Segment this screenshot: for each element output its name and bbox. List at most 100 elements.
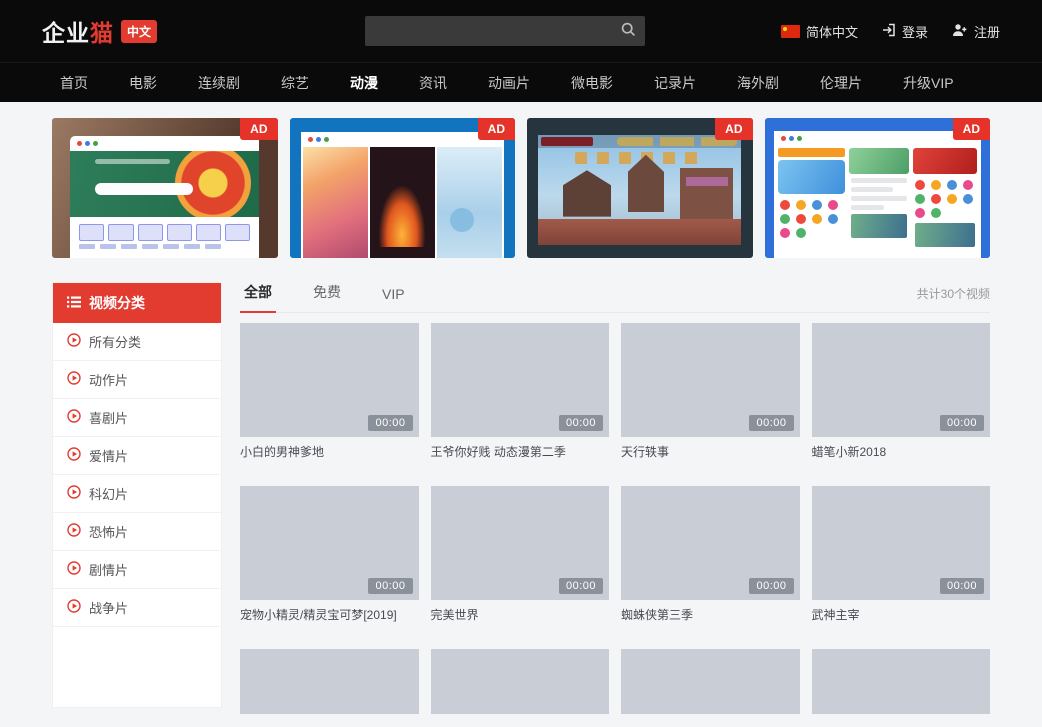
- video-card[interactable]: 00:00 武神主宰: [812, 486, 991, 623]
- sidebar-item-horror[interactable]: 恐怖片: [53, 513, 221, 551]
- sidebar-item-comedy[interactable]: 喜剧片: [53, 399, 221, 437]
- video-title[interactable]: 蜡笔小新2018: [812, 445, 991, 460]
- sidebar-item-label: 动作片: [89, 370, 128, 389]
- video-title[interactable]: 蜘蛛侠第三季: [621, 608, 800, 623]
- tab-all[interactable]: 全部: [240, 282, 276, 313]
- video-thumbnail[interactable]: 00:00: [621, 486, 800, 600]
- nav-item-variety[interactable]: 综艺: [281, 73, 309, 93]
- video-card[interactable]: 00:00 宠物小精灵/精灵宝可梦[2019]: [240, 486, 419, 623]
- video-title[interactable]: 宠物小精灵/精灵宝可梦[2019]: [240, 608, 419, 623]
- ad-banner-3[interactable]: AD: [527, 118, 753, 258]
- video-title[interactable]: 天行轶事: [621, 445, 800, 460]
- sidebar-item-scifi[interactable]: 科幻片: [53, 475, 221, 513]
- sidebar-item-drama[interactable]: 剧情片: [53, 551, 221, 589]
- play-circle-icon: [67, 447, 81, 464]
- duration-badge: 00:00: [940, 578, 984, 594]
- ad-banner-1[interactable]: AD: [52, 118, 278, 258]
- duration-badge: 00:00: [559, 578, 603, 594]
- video-thumbnail[interactable]: 00:00: [812, 323, 991, 437]
- sidebar-item-label: 所有分类: [89, 332, 141, 351]
- nav-item-overseas[interactable]: 海外剧: [737, 73, 779, 93]
- ad-banner-row: AD AD AD: [52, 118, 990, 258]
- video-title[interactable]: 完美世界: [431, 608, 610, 623]
- video-thumbnail[interactable]: 00:00: [431, 486, 610, 600]
- ad-badge: AD: [715, 118, 752, 140]
- video-card[interactable]: 00:00 完美世界: [431, 486, 610, 623]
- duration-badge: 00:00: [559, 415, 603, 431]
- video-title[interactable]: 小白的男神爹地: [240, 445, 419, 460]
- sidebar-item-war[interactable]: 战争片: [53, 589, 221, 627]
- video-title[interactable]: 武神主宰: [812, 608, 991, 623]
- duration-badge: 00:00: [368, 578, 412, 594]
- sidebar-title: 视频分类: [89, 293, 145, 313]
- video-thumbnail[interactable]: 00:00: [812, 486, 991, 600]
- ad-banner-2[interactable]: AD: [290, 118, 516, 258]
- video-card-partial[interactable]: [621, 649, 800, 714]
- main-nav: 首页 电影 连续剧 综艺 动漫 资讯 动画片 微电影 记录片 海外剧 伦理片 升…: [0, 62, 1042, 102]
- language-switch[interactable]: 简体中文: [781, 22, 858, 41]
- nav-item-microfilm[interactable]: 微电影: [571, 73, 613, 93]
- logo-badge: 中文: [121, 20, 157, 43]
- page: 企业 猫 中文 简体中文 登录: [0, 0, 1042, 727]
- register-link[interactable]: 注册: [952, 22, 1000, 41]
- nav-item-documentary[interactable]: 记录片: [654, 73, 696, 93]
- video-card-partial[interactable]: [812, 649, 991, 714]
- nav-item-news[interactable]: 资讯: [419, 73, 447, 93]
- total-count-label: 共计30个视频: [917, 285, 990, 312]
- nav-item-anime[interactable]: 动漫: [350, 73, 378, 93]
- video-thumbnail[interactable]: [621, 649, 800, 714]
- video-thumbnail[interactable]: 00:00: [240, 323, 419, 437]
- nav-item-movies[interactable]: 电影: [129, 73, 157, 93]
- tab-free[interactable]: 免费: [309, 282, 345, 313]
- language-label: 简体中文: [806, 22, 858, 41]
- play-circle-icon: [67, 485, 81, 502]
- search-input[interactable]: [365, 16, 611, 46]
- register-label: 注册: [974, 22, 1000, 41]
- main-area: 视频分类 所有分类 动作片 喜剧片 爱情片 科幻片: [52, 282, 990, 714]
- ad-banner-4[interactable]: AD: [765, 118, 991, 258]
- video-card[interactable]: 00:00 小白的男神爹地: [240, 323, 419, 460]
- video-card[interactable]: 00:00 蜡笔小新2018: [812, 323, 991, 460]
- video-card[interactable]: 00:00 天行轶事: [621, 323, 800, 460]
- search-icon: [621, 22, 636, 40]
- video-thumbnail[interactable]: 00:00: [621, 323, 800, 437]
- nav-item-home[interactable]: 首页: [60, 73, 88, 93]
- video-thumbnail[interactable]: 00:00: [431, 323, 610, 437]
- video-thumbnail[interactable]: [431, 649, 610, 714]
- sidebar-item-label: 剧情片: [89, 560, 128, 579]
- sidebar-item-label: 战争片: [89, 598, 128, 617]
- nav-item-ethics[interactable]: 伦理片: [820, 73, 862, 93]
- sidebar-item-romance[interactable]: 爱情片: [53, 437, 221, 475]
- site-logo[interactable]: 企业 猫 中文: [42, 14, 157, 48]
- sidebar-item-label: 科幻片: [89, 484, 128, 503]
- sidebar-item-all[interactable]: 所有分类: [53, 323, 221, 361]
- login-arrow-icon: [882, 23, 896, 40]
- nav-item-upgrade-vip[interactable]: 升级VIP: [903, 73, 954, 93]
- ad-badge: AD: [240, 118, 277, 140]
- nav-item-series[interactable]: 连续剧: [198, 73, 240, 93]
- tab-vip[interactable]: VIP: [378, 286, 409, 313]
- sidebar-header: 视频分类: [53, 283, 221, 323]
- sidebar-item-label: 爱情片: [89, 446, 128, 465]
- duration-badge: 00:00: [749, 578, 793, 594]
- video-thumbnail[interactable]: [240, 649, 419, 714]
- banner1-browser-mock: [70, 136, 259, 258]
- login-label: 登录: [902, 22, 928, 41]
- duration-badge: 00:00: [749, 415, 793, 431]
- nav-item-cartoon[interactable]: 动画片: [488, 73, 530, 93]
- search-button[interactable]: [611, 16, 645, 46]
- video-card[interactable]: 00:00 王爷你好贱 动态漫第二季: [431, 323, 610, 460]
- sidebar-item-action[interactable]: 动作片: [53, 361, 221, 399]
- video-card[interactable]: 00:00 蜘蛛侠第三季: [621, 486, 800, 623]
- video-thumbnail[interactable]: [812, 649, 991, 714]
- play-circle-icon: [67, 409, 81, 426]
- video-card-partial[interactable]: [240, 649, 419, 714]
- login-link[interactable]: 登录: [882, 22, 928, 41]
- duration-badge: 00:00: [940, 415, 984, 431]
- banner4-browser-mock: [774, 131, 981, 258]
- logo-text-white: 企业: [42, 14, 90, 48]
- video-card-partial[interactable]: [431, 649, 610, 714]
- ad-badge: AD: [478, 118, 515, 140]
- video-thumbnail[interactable]: 00:00: [240, 486, 419, 600]
- video-title[interactable]: 王爷你好贱 动态漫第二季: [431, 445, 610, 460]
